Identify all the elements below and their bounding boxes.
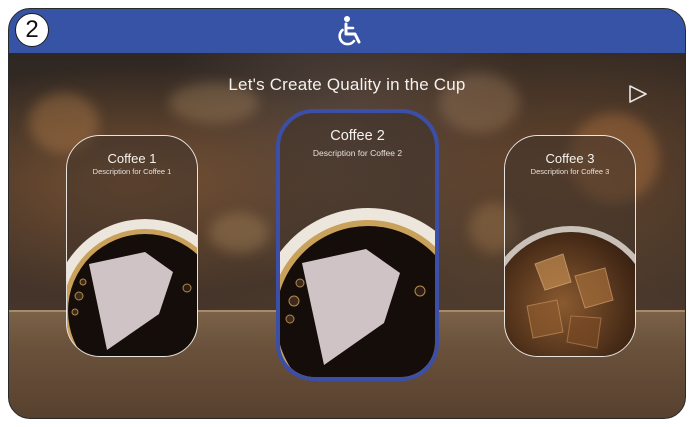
step-badge: 2: [15, 13, 49, 47]
coffee-card-3[interactable]: Coffee 3 Description for Coffee 3: [504, 135, 636, 357]
page-title: Let's Create Quality in the Cup: [228, 75, 466, 94]
next-arrow-icon[interactable]: [627, 83, 649, 105]
coffee-card-1[interactable]: Coffee 1 Description for Coffee 1: [66, 135, 198, 357]
card-title: Coffee 2: [330, 128, 385, 144]
coffee-card-2[interactable]: Coffee 2 Description for Coffee 2: [276, 109, 439, 381]
card-description: Description for Coffee 3: [530, 167, 610, 176]
card-title: Coffee 3: [545, 151, 595, 166]
card-description: Description for Coffee 2: [312, 148, 403, 158]
card-title: Coffee 1: [107, 151, 157, 166]
header-bar: 2: [9, 9, 685, 54]
app-frame: 2 Let's Create Quality in the Cup Coffee…: [8, 8, 686, 419]
card-description: Description for Coffee 1: [92, 167, 172, 176]
wheelchair-accessibility-icon[interactable]: [334, 15, 364, 47]
